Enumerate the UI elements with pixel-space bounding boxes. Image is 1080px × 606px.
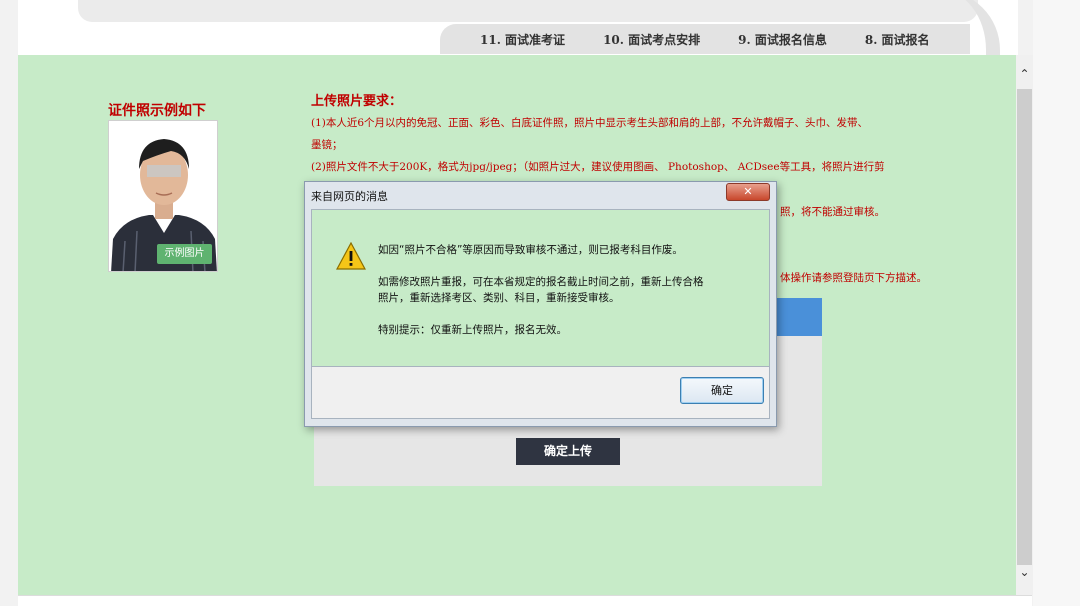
bottom-strip — [18, 595, 1032, 606]
dialog-titlebar[interactable]: 来自网页的消息 ✕ — [305, 182, 776, 206]
tab-interview-registration[interactable]: 8. 面试报名 — [865, 31, 930, 48]
vertical-scrollbar[interactable]: ⌃ ⌄ — [1016, 55, 1033, 595]
right-margin — [1033, 0, 1080, 606]
requirements-title: 上传照片要求： — [311, 94, 403, 109]
dialog-message-1: 如因“照片不合格”等原因而导致审核不通过，则已报考科目作废。 — [378, 244, 683, 256]
requirement-line-5: 体操作请参照登陆页下方描述。 — [780, 272, 927, 284]
confirm-upload-button[interactable]: 确定上传 — [516, 438, 620, 465]
dialog-message-2a: 如需修改照片重报，可在本省规定的报名截止时间之前，重新上传合格 — [378, 276, 704, 288]
dialog-footer: 确定 — [311, 367, 770, 419]
step-tabs: 11. 面试准考证 10. 面试考点安排 9. 面试报名信息 8. 面试报名 — [440, 24, 970, 54]
dialog-message-2b: 照片，重新选择考区、类别、科目，重新接受审核。 — [378, 292, 620, 304]
tab-exam-venue[interactable]: 10. 面试考点安排 — [603, 31, 700, 48]
requirement-line-1: (1)本人近6个月以内的免冠、正面、彩色、白底证件照，照片中显示考生头部和肩的上… — [311, 117, 869, 129]
close-icon[interactable]: ✕ — [726, 183, 770, 201]
warning-icon — [336, 242, 366, 270]
scroll-down-icon[interactable]: ⌄ — [1016, 563, 1033, 581]
requirement-line-4: 照，将不能通过审核。 — [780, 206, 885, 218]
tab-registration-info[interactable]: 9. 面试报名信息 — [738, 31, 827, 48]
top-pill-decoration — [78, 0, 978, 22]
example-photo-title: 证件照示例如下 — [108, 103, 206, 119]
scroll-up-icon[interactable]: ⌃ — [1016, 65, 1033, 83]
dialog-body: 如因“照片不合格”等原因而导致审核不通过，则已报考科目作废。 如需修改照片重报，… — [311, 209, 770, 367]
ok-button[interactable]: 确定 — [680, 377, 764, 404]
message-dialog: 来自网页的消息 ✕ 如因“照片不合格”等原因而导致审核不通过，则已报考科目作废。… — [304, 181, 777, 427]
example-photo: 示例图片 — [108, 120, 218, 272]
requirement-line-3: (2)照片文件不大于200K，格式为jpg/jpeg；（如照片过大，建议使用图画… — [311, 161, 885, 173]
scroll-thumb[interactable] — [1017, 89, 1032, 565]
example-badge: 示例图片 — [157, 244, 212, 264]
requirement-line-2: 墨镜； — [311, 139, 343, 151]
tab-admission-ticket[interactable]: 11. 面试准考证 — [480, 31, 565, 48]
dialog-title: 来自网页的消息 — [311, 190, 388, 203]
dialog-message-3: 特别提示：仅重新上传照片，报名无效。 — [378, 324, 567, 336]
